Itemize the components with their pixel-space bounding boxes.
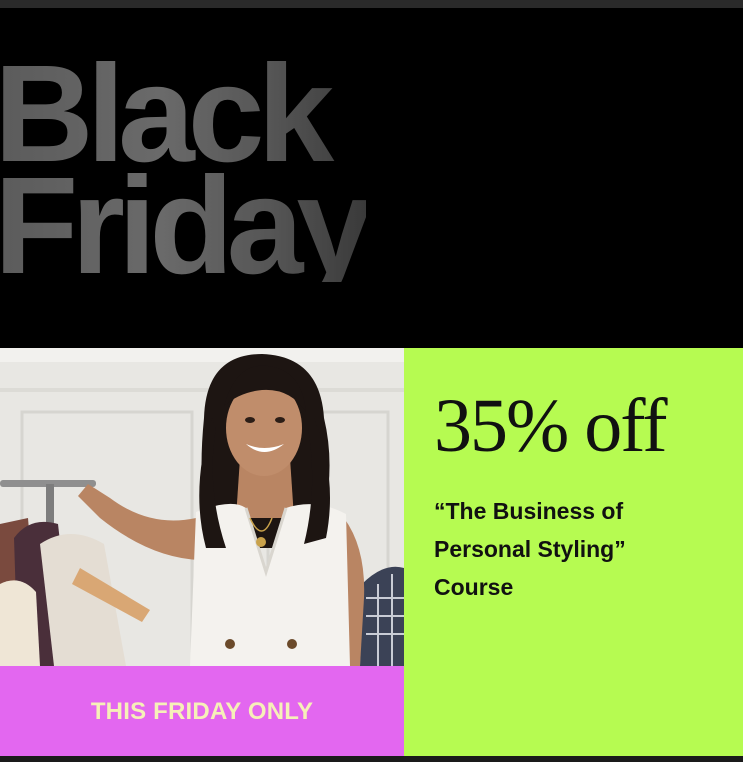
discount-text: 35% off (434, 384, 668, 468)
black-friday-headline: Black Friday (0, 58, 366, 282)
instructor-photo (0, 348, 404, 666)
bottom-border (0, 756, 743, 762)
course-title: “The Business of Personal Styling” Cours… (434, 492, 704, 606)
course-title-line-2: Personal Styling” (434, 536, 626, 562)
this-friday-only-badge: THIS FRIDAY ONLY (0, 666, 404, 758)
badge-label: THIS FRIDAY ONLY (90, 698, 314, 725)
headline-section: Black Friday (0, 8, 743, 348)
course-title-line-1: “The Business of (434, 498, 624, 524)
offer-panel: 35% off “The Business of Personal Stylin… (404, 348, 743, 758)
course-title-line-3: Course (434, 574, 514, 600)
headline-line-2: Friday (0, 149, 367, 303)
top-border (0, 0, 743, 8)
